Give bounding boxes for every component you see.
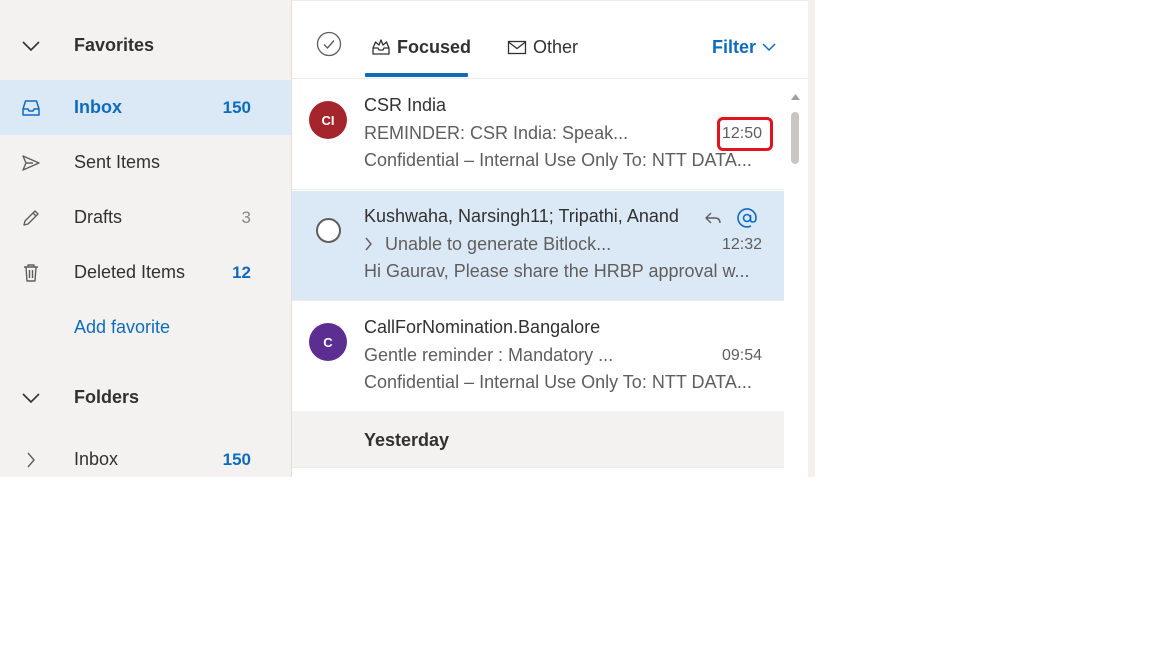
chevron-right-icon[interactable] [20,449,42,471]
tab-label: Other [533,36,579,57]
filter-button[interactable]: Filter [712,33,776,61]
sidebar-item-inbox[interactable]: Inbox 150 [0,80,291,135]
sidebar-item-label: Sent Items [74,152,161,172]
group-header-label: Yesterday [364,430,450,450]
avatar: C [309,323,347,361]
tab-other[interactable]: Other [507,33,578,61]
item-count: 3 [241,207,251,227]
favorites-label: Favorites [74,35,155,55]
chevron-down-icon [762,42,776,51]
add-favorite-link[interactable]: Add favorite [0,300,291,355]
mention-icon [736,207,758,229]
sidebar-item-drafts[interactable]: Drafts 3 [0,190,291,245]
avatar: CI [309,101,347,139]
mail-icon [507,40,527,55]
outlook-app: Favorites Inbox 150 Sent Items Drafts 3 [0,0,815,477]
message-time: 12:32 [721,236,762,253]
message-sender: CSR India [364,95,447,115]
select-all-checkbox[interactable] [316,31,342,57]
message-list-pane: Focused Other Filter CI CSR India REMIND… [292,0,808,477]
message-sender: CallForNomination.Bangalore [364,317,601,337]
pencil-icon [20,207,42,229]
folder-item-label: Inbox [74,449,119,469]
sidebar-item-label: Inbox [74,97,122,117]
message-preview: Hi Gaurav, Please share the HRBP approva… [364,261,750,281]
filter-label: Filter [712,36,757,57]
trash-icon [20,262,42,284]
unread-count: 150 [222,449,251,469]
focused-inbox-icon [372,39,390,55]
tab-label: Focused [397,36,472,57]
message-subject: Gentle reminder : Mandatory ... [364,345,614,365]
favorites-header[interactable]: Favorites [0,18,291,73]
add-favorite-label[interactable]: Add favorite [74,317,170,338]
message-preview: Confidential – Internal Use Only To: NTT… [364,372,752,392]
message-subject: REMINDER: CSR India: Speak... [364,123,629,143]
folders-label: Folders [74,387,140,407]
chevron-right-icon[interactable] [364,237,374,256]
date-group-header: Yesterday [292,411,784,468]
message-list: CI CSR India REMINDER: CSR India: Speak.… [292,80,784,477]
sidebar-item-label: Deleted Items [74,262,186,282]
scroll-up-arrow-icon[interactable] [791,87,800,105]
select-message-radio[interactable] [316,218,341,243]
message-subject: Unable to generate Bitlock... [385,234,612,254]
reading-pane-edge [808,0,815,477]
tab-focused[interactable]: Focused [371,33,471,61]
chevron-down-icon[interactable] [20,387,42,409]
message-item[interactable]: CI CSR India REMINDER: CSR India: Speak.… [292,80,784,190]
folders-header[interactable]: Folders [0,370,291,425]
scrollbar[interactable] [784,80,808,477]
active-tab-indicator [365,73,468,77]
message-sender: Kushwaha, Narsingh11; Tripathi, Anand [364,206,679,226]
folder-pane: Favorites Inbox 150 Sent Items Drafts 3 [0,0,291,477]
unread-count: 150 [222,97,251,117]
sidebar-item-sent-items[interactable]: Sent Items [0,135,291,190]
send-icon [20,152,42,174]
chevron-down-icon[interactable] [20,35,42,57]
message-time: 09:54 [721,347,762,364]
highlight-box [717,117,773,151]
reply-icon [702,207,724,229]
message-item-selected[interactable]: Kushwaha, Narsingh11; Tripathi, Anand Un… [292,191,784,301]
scrollbar-thumb[interactable] [791,112,799,164]
sidebar-item-deleted-items[interactable]: Deleted Items 12 [0,245,291,300]
folder-item-inbox[interactable]: Inbox 150 [0,432,291,477]
unread-count: 12 [232,262,251,282]
inbox-icon [20,97,42,119]
message-preview: Confidential – Internal Use Only To: NTT… [364,150,752,170]
message-item[interactable]: C CallForNomination.Bangalore Gentle rem… [292,302,784,412]
message-list-header: Focused Other Filter [292,1,808,79]
sidebar-item-label: Drafts [74,207,123,227]
